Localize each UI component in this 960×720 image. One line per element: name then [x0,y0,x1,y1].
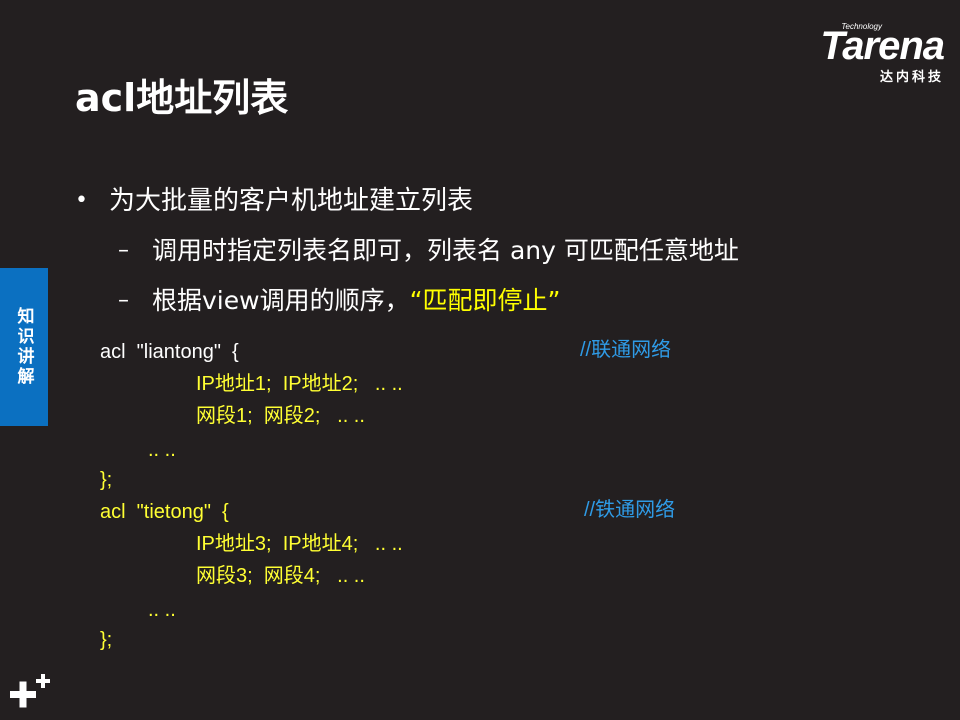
acl2-segments: 网段3; 网段4; .. .. [196,565,365,587]
bullet-sub-2: – 根据view调用的顺序， “匹配即停止” [118,284,560,318]
plus-plus-icon [10,674,50,708]
slide-title: acl地址列表 [75,76,289,120]
side-tab: 知识讲解 [0,268,48,426]
logo-wordmark: Tarena [820,24,945,68]
acl2-comment: //铁通网络 [584,499,676,521]
acl1-more: .. .. [148,439,176,461]
acl1-head: acl "liantong" { [100,341,239,363]
bullet-dash-icon: – [118,238,129,263]
acl2-head: acl "tietong" { [100,501,229,523]
acl1-segments: 网段1; 网段2; .. .. [196,405,365,427]
acl2-more: .. .. [148,599,176,621]
tarena-logo: Technology Tarena 达内科技 [774,22,945,85]
bullet-sub-1-text: 调用时指定列表名即可，列表名 any 可匹配任意地址 [152,236,739,265]
bullet-dot-icon: • [75,188,88,213]
acl1-comment: //联通网络 [580,339,672,361]
acl1-end: }; [100,469,113,491]
bullet-sub-2-text: 根据view调用的顺序， [152,286,410,315]
acl2-end: }; [100,629,113,651]
acl2-ips: IP地址3; IP地址4; .. .. [196,533,403,555]
bullet-sub-1: – 调用时指定列表名即可，列表名 any 可匹配任意地址 [118,234,739,268]
bullet-sub-2-highlight: “匹配即停止” [409,286,561,315]
bullet-main: • 为大批量的客户机地址建立列表 [75,184,473,218]
bullet-dash-icon: – [118,288,129,313]
logo-subtitle: 达内科技 [879,70,944,85]
acl1-ips: IP地址1; IP地址2; .. .. [196,373,403,395]
bullet-main-text: 为大批量的客户机地址建立列表 [109,186,474,216]
side-tab-label: 知识讲解 [13,307,34,387]
